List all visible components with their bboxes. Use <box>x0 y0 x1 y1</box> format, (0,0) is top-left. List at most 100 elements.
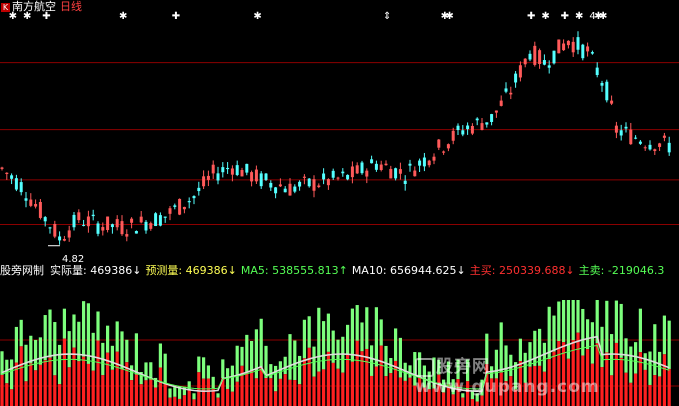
volume-buy-bar <box>120 369 124 406</box>
volume-buy-bar <box>139 384 143 406</box>
volume-sell-bar <box>576 300 580 333</box>
volume-buy-bar <box>19 346 23 406</box>
volume-buy-bar <box>202 378 206 406</box>
volume-sell-bar <box>379 319 383 346</box>
indicator-main-buy: 主买: 250339.688↓ <box>470 264 575 277</box>
candle-body <box>168 208 172 214</box>
candle-body <box>638 141 642 144</box>
volume-sell-bar <box>288 334 292 380</box>
volume-sell-bar <box>19 319 23 347</box>
volume-buy-bar <box>187 389 191 406</box>
volume-buy-bar <box>317 371 321 406</box>
candle-body <box>590 52 594 54</box>
candle-body <box>514 73 518 83</box>
candle-body <box>192 196 196 199</box>
volume-buy-bar <box>346 354 350 406</box>
candle-body <box>451 130 455 141</box>
volume-sell-bar <box>38 337 42 365</box>
signal-marker-icon: ✱ <box>119 11 127 22</box>
volume-sell-bar <box>269 364 273 379</box>
volume-buy-bar <box>288 379 292 406</box>
signal-marker-icon: ✱ <box>9 11 17 22</box>
candle-body <box>571 41 575 53</box>
candle-body <box>528 53 532 60</box>
candle-body <box>91 214 95 217</box>
volume-sell-bar <box>91 332 95 371</box>
candle-body <box>408 163 412 166</box>
candle-body <box>586 46 590 52</box>
signal-marker-icon: ✚ <box>172 11 180 22</box>
candle-body <box>389 168 393 179</box>
volume-buy-bar <box>336 368 340 406</box>
volume-sell-bar <box>62 308 66 339</box>
volume-buy-bar <box>230 391 234 406</box>
candle-body <box>139 216 143 223</box>
candle-body <box>494 110 498 113</box>
candlestick-chart[interactable]: ✱ ✱ ✚ ✱ ✚ ✱ ⇕ ✱✱ ✚ ✱ ✚ ✱ 4✱✱ <box>0 0 679 262</box>
ma10-value: 656944.625↓ <box>390 264 466 277</box>
candle-body <box>158 215 162 226</box>
candle-body <box>96 223 100 234</box>
candle-body <box>34 203 38 207</box>
volume-buy-bar <box>250 370 254 406</box>
candle-body <box>624 126 628 129</box>
indicator-main-sell: 主卖: -219046.3 <box>579 264 665 277</box>
signal-marker-icon: ✚ <box>527 11 535 22</box>
volume-sell-bar <box>298 355 302 385</box>
volume-sell-bar <box>82 301 86 357</box>
candle-body <box>610 100 614 104</box>
candle-body <box>379 164 383 171</box>
indicator-header: 股旁网制 实际量: 469386↓ 预测量: 469386↓ MA5: 5385… <box>0 263 668 278</box>
volume-buy-bar <box>38 364 42 406</box>
candle-body <box>547 65 551 68</box>
candle-body <box>566 40 570 46</box>
volume-sell-bar <box>211 376 215 389</box>
candle-body <box>499 100 503 106</box>
candle-body <box>178 198 182 215</box>
volume-buy-bar <box>269 378 273 406</box>
volume-buy-bar <box>29 363 33 406</box>
volume-buy-bar <box>163 383 167 406</box>
candle-body <box>19 182 23 193</box>
candle-body <box>605 81 609 101</box>
signal-marker-icon: ✚ <box>561 11 569 22</box>
volume-sell-bar <box>158 343 162 368</box>
volume-buy-bar <box>86 363 90 406</box>
candle-body <box>662 135 666 138</box>
volume-buy-bar <box>91 370 95 406</box>
candle-body <box>53 223 57 237</box>
candle-body <box>552 50 556 64</box>
volume-sell-bar <box>605 300 609 353</box>
signal-marker-icon: ✱ <box>541 11 549 22</box>
indicator-title[interactable]: 股旁网制 <box>0 264 44 277</box>
volume-sell-bar <box>168 388 172 398</box>
candle-body <box>288 183 292 196</box>
candle-body <box>485 122 489 125</box>
volume-sell-bar <box>250 340 254 371</box>
candle-body <box>24 198 28 201</box>
volume-sell-bar <box>216 393 220 398</box>
volume-sell-bar <box>394 328 398 361</box>
volume-sell-bar <box>619 303 623 358</box>
volume-buy-bar <box>48 357 52 406</box>
volume-sell-bar <box>552 315 556 352</box>
volume-buy-bar <box>384 376 388 406</box>
volume-buy-bar <box>24 381 28 406</box>
candle-body <box>216 173 220 181</box>
volume-buy-bar <box>379 345 383 406</box>
candle-body <box>456 125 460 130</box>
volume-sell-bar <box>566 300 570 359</box>
volume-sell-bar <box>638 308 642 353</box>
candle-body <box>317 185 321 188</box>
watermark-logo-icon <box>415 357 434 377</box>
candle-body <box>14 178 18 190</box>
volume-buy-bar <box>168 397 172 406</box>
volume-buy-bar <box>408 377 412 406</box>
candle-body <box>538 50 542 64</box>
signal-marker-icon: ✱ <box>445 11 453 22</box>
volume-buy-bar <box>154 387 158 406</box>
candle-body <box>10 175 14 179</box>
volume-buy-bar <box>278 378 282 406</box>
candle-body <box>470 125 474 134</box>
volume-sell-bar <box>586 319 590 350</box>
